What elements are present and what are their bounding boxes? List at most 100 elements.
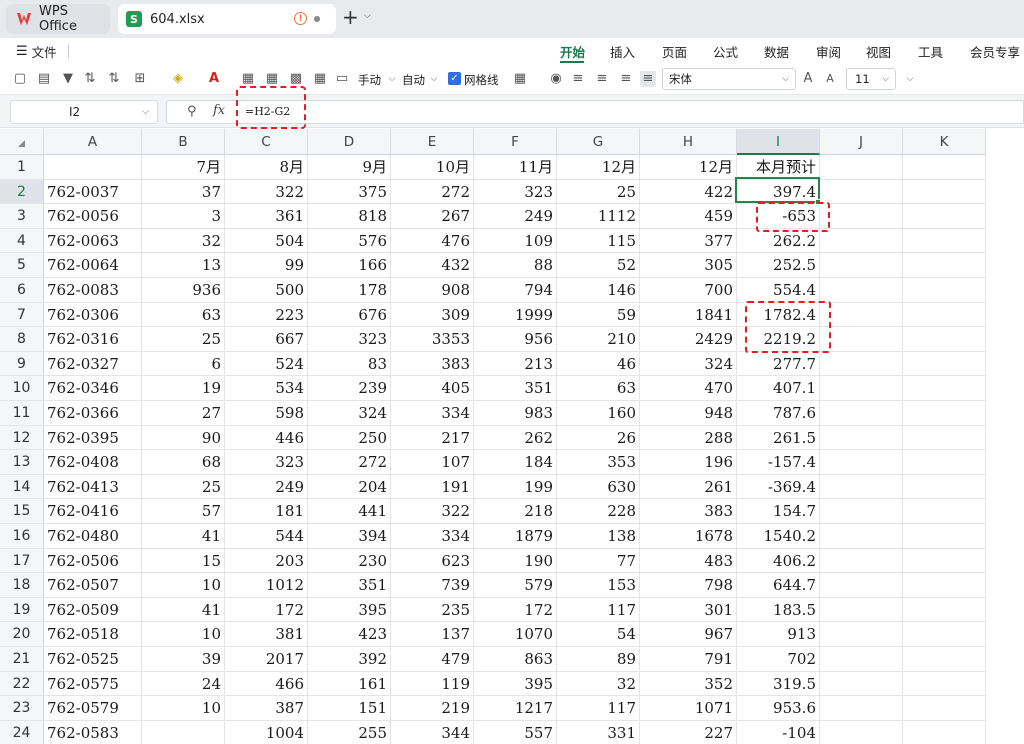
cell-b4[interactable]: 32 xyxy=(142,228,225,254)
cell-e4[interactable]: 476 xyxy=(391,228,474,254)
cell-g14[interactable]: 630 xyxy=(557,474,640,500)
freeze-panes-icon[interactable]: ▩ xyxy=(288,71,304,87)
cell-h19[interactable]: 301 xyxy=(640,597,737,623)
cell-k23[interactable] xyxy=(903,696,986,721)
row-header[interactable]: 7 xyxy=(0,302,44,328)
cell-e13[interactable]: 107 xyxy=(391,450,474,475)
cell-c9[interactable]: 524 xyxy=(225,351,308,377)
tab-file[interactable]: S 604.xlsx ! xyxy=(118,4,336,34)
cell-a21[interactable]: 762-0525 xyxy=(44,647,142,672)
cell-e15[interactable]: 322 xyxy=(391,499,474,524)
cell-j4[interactable] xyxy=(820,228,903,254)
tab-member[interactable]: 会员专享 xyxy=(970,42,1020,61)
cell-j7[interactable] xyxy=(820,302,903,328)
tab-view[interactable]: 视图 xyxy=(866,42,891,61)
fx-icon[interactable]: fx xyxy=(213,103,225,118)
cell-a24[interactable]: 762-0583 xyxy=(44,720,142,744)
row-header[interactable]: 6 xyxy=(0,278,44,303)
cell-a12[interactable]: 762-0395 xyxy=(44,425,142,451)
cell-c17[interactable]: 203 xyxy=(225,548,308,574)
cell-j2[interactable] xyxy=(820,179,903,205)
cell-k19[interactable] xyxy=(903,597,986,623)
cell-j1[interactable] xyxy=(820,155,903,180)
row-header[interactable]: 12 xyxy=(0,425,44,451)
column-header-i[interactable]: I xyxy=(737,129,820,155)
cell-d15[interactable]: 441 xyxy=(308,499,391,524)
cell-f21[interactable]: 863 xyxy=(474,647,557,672)
align-left-icon[interactable]: ≡ xyxy=(570,71,586,87)
cell-f13[interactable]: 184 xyxy=(474,450,557,475)
cell-d14[interactable]: 204 xyxy=(308,474,391,500)
unsaved-dot-icon[interactable] xyxy=(314,16,320,22)
cell-k8[interactable] xyxy=(903,327,986,352)
cell-d1[interactable]: 9月 xyxy=(308,155,391,180)
cell-e20[interactable]: 137 xyxy=(391,622,474,647)
cell-d18[interactable]: 351 xyxy=(308,573,391,598)
cell-a7[interactable]: 762-0306 xyxy=(44,302,142,328)
increase-font-icon[interactable]: A xyxy=(800,71,816,87)
cell-e8[interactable]: 3353 xyxy=(391,327,474,352)
cell-h5[interactable]: 305 xyxy=(640,253,737,278)
cell-h9[interactable]: 324 xyxy=(640,351,737,377)
cell-f1[interactable]: 11月 xyxy=(474,155,557,180)
cell-b19[interactable]: 41 xyxy=(142,597,225,623)
column-header-a[interactable]: A xyxy=(44,129,142,155)
cell-d12[interactable]: 250 xyxy=(308,425,391,451)
cell-c18[interactable]: 1012 xyxy=(225,573,308,598)
cell-a8[interactable]: 762-0316 xyxy=(44,327,142,352)
cell-a9[interactable]: 762-0327 xyxy=(44,351,142,377)
format-painter-icon[interactable]: ▢ xyxy=(12,71,28,87)
cell-a15[interactable]: 762-0416 xyxy=(44,499,142,524)
cell-k17[interactable] xyxy=(903,548,986,574)
cell-i23[interactable]: 953.6 xyxy=(737,696,820,721)
cell-h15[interactable]: 383 xyxy=(640,499,737,524)
cell-d22[interactable]: 161 xyxy=(308,671,391,697)
cell-b12[interactable]: 90 xyxy=(142,425,225,451)
cell-c15[interactable]: 181 xyxy=(225,499,308,524)
cell-g20[interactable]: 54 xyxy=(557,622,640,647)
font-size-select[interactable]: 11 ⌵ xyxy=(846,68,896,90)
cell-c24[interactable]: 1004 xyxy=(225,720,308,744)
cell-k10[interactable] xyxy=(903,376,986,401)
cell-c8[interactable]: 667 xyxy=(225,327,308,352)
cell-f4[interactable]: 109 xyxy=(474,228,557,254)
cell-f14[interactable]: 199 xyxy=(474,474,557,500)
cell-f7[interactable]: 1999 xyxy=(474,302,557,328)
cell-c16[interactable]: 544 xyxy=(225,524,308,549)
cell-i16[interactable]: 1540.2 xyxy=(737,524,820,549)
cell-a11[interactable]: 762-0366 xyxy=(44,401,142,426)
cell-g9[interactable]: 46 xyxy=(557,351,640,377)
cell-a20[interactable]: 762-0518 xyxy=(44,622,142,647)
cell-g4[interactable]: 115 xyxy=(557,228,640,254)
cell-j10[interactable] xyxy=(820,376,903,401)
column-header-d[interactable]: D xyxy=(308,129,391,155)
row-header[interactable]: 20 xyxy=(0,622,44,647)
cell-a17[interactable]: 762-0506 xyxy=(44,548,142,574)
cell-b11[interactable]: 27 xyxy=(142,401,225,426)
cell-h16[interactable]: 1678 xyxy=(640,524,737,549)
cell-j5[interactable] xyxy=(820,253,903,278)
tab-page[interactable]: 页面 xyxy=(662,42,687,61)
tab-review[interactable]: 审阅 xyxy=(816,42,841,61)
cell-a2[interactable]: 762-0037 xyxy=(44,179,142,205)
cell-i13[interactable]: -157.4 xyxy=(737,450,820,475)
tab-tools[interactable]: 工具 xyxy=(918,42,943,61)
cell-g5[interactable]: 52 xyxy=(557,253,640,278)
cell-g8[interactable]: 210 xyxy=(557,327,640,352)
cell-k22[interactable] xyxy=(903,671,986,697)
cell-d20[interactable]: 423 xyxy=(308,622,391,647)
cell-b14[interactable]: 25 xyxy=(142,474,225,500)
cell-j20[interactable] xyxy=(820,622,903,647)
cell-j11[interactable] xyxy=(820,401,903,426)
decrease-font-icon[interactable]: A xyxy=(822,71,838,87)
cell-b23[interactable]: 10 xyxy=(142,696,225,721)
cell-a22[interactable]: 762-0575 xyxy=(44,671,142,697)
cell-j24[interactable] xyxy=(820,720,903,744)
filter-icon[interactable]: ▼ xyxy=(60,71,76,87)
warning-icon[interactable]: ! xyxy=(294,12,307,25)
auto-calc-button[interactable]: 自动 xyxy=(402,72,425,88)
cell-i6[interactable]: 554.4 xyxy=(737,278,820,303)
cell-a3[interactable]: 762-0056 xyxy=(44,204,142,229)
cell-f5[interactable]: 88 xyxy=(474,253,557,278)
cell-i22[interactable]: 319.5 xyxy=(737,671,820,697)
